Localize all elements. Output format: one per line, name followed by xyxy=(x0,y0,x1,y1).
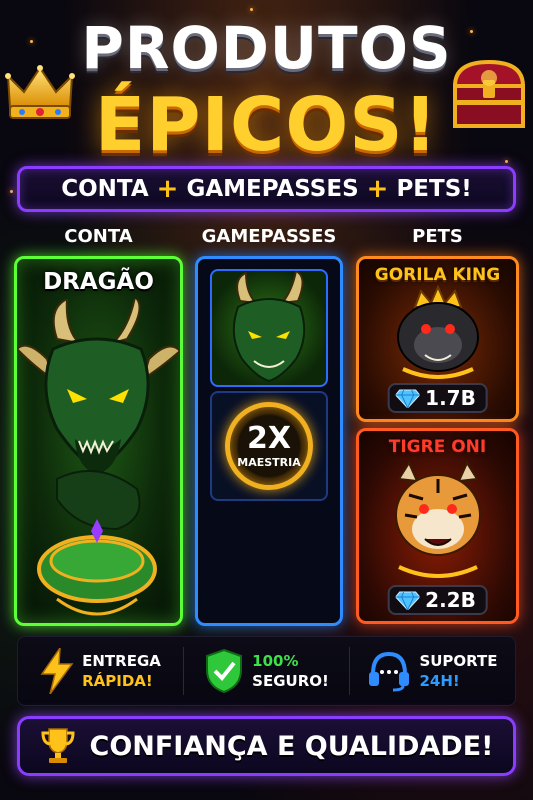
banner-item-conta: CONTA xyxy=(61,176,149,202)
feature-seguro: 100% SEGURO! xyxy=(184,637,349,705)
pet-name: TIGRE ONI xyxy=(388,437,487,457)
feature-line-1: ENTREGA xyxy=(82,652,161,670)
pet-price: 2.2B xyxy=(425,588,476,612)
pet-card-tigre-oni[interactable]: TIGRE ONI 2.2B xyxy=(356,428,519,624)
spark-decoration xyxy=(250,8,253,11)
footer-banner: CONFIANÇA E QUALIDADE! xyxy=(17,716,516,776)
plus-icon: + xyxy=(156,174,179,204)
conta-card[interactable]: DRAGÃO xyxy=(14,256,183,626)
gorilla-illustration xyxy=(397,285,479,379)
dragon-illustration xyxy=(17,299,180,616)
dragon-head-icon xyxy=(232,271,306,383)
feature-line-1: SUPORTE xyxy=(419,652,498,670)
pet-card-gorila-king[interactable]: GORILA KING 1.7B xyxy=(356,256,519,422)
title-line-1: PRODUTOS xyxy=(81,14,452,82)
maestria-gamepass-tile[interactable]: 2X MAESTRIA xyxy=(210,391,328,501)
title-line-2: ÉPICOS! xyxy=(94,82,439,168)
feature-line-1: 100% xyxy=(252,652,299,670)
feature-suporte: SUPORTE 24H! xyxy=(350,637,515,705)
features-bar: ENTREGA RÁPIDA! 100% SEGURO! SUPORTE 24H… xyxy=(17,636,516,706)
feature-entrega-rapida: ENTREGA RÁPIDA! xyxy=(18,637,183,705)
plus-icon: + xyxy=(366,174,389,204)
column-header-conta: CONTA xyxy=(64,226,133,247)
spark-decoration xyxy=(10,190,13,193)
headset-icon xyxy=(369,651,410,692)
shield-check-icon xyxy=(206,648,243,694)
pet-price-badge: 1.7B xyxy=(387,383,488,413)
feature-line-2: RÁPIDA! xyxy=(82,672,153,690)
column-header-gamepasses: GAMEPASSES xyxy=(201,226,337,247)
maestria-multiplier: 2X xyxy=(246,420,291,456)
diamond-icon xyxy=(395,389,420,408)
dragon-gamepass-thumbnail[interactable] xyxy=(210,269,328,387)
feature-line-2: SEGURO! xyxy=(252,672,329,690)
pet-name: GORILA KING xyxy=(374,265,501,285)
feature-line-2: 24H! xyxy=(419,672,460,690)
tiger-illustration xyxy=(395,460,481,578)
column-header-pets: PETS xyxy=(412,226,463,247)
gamepasses-card[interactable]: 2X MAESTRIA xyxy=(195,256,343,626)
maestria-badge: 2X MAESTRIA xyxy=(225,402,313,490)
footer-text: CONFIANÇA E QUALIDADE! xyxy=(89,730,494,762)
trophy-icon xyxy=(40,728,75,763)
dragao-label: DRAGÃO xyxy=(43,269,154,295)
pet-price-badge: 2.2B xyxy=(387,585,488,615)
pet-price: 1.7B xyxy=(425,386,476,410)
lightning-icon xyxy=(40,648,74,694)
banner-item-gamepasses: GAMEPASSES xyxy=(186,176,359,202)
products-banner: CONTA + GAMEPASSES + PETS! xyxy=(17,166,516,212)
diamond-icon xyxy=(395,591,420,610)
maestria-label: MAESTRIA xyxy=(237,455,301,469)
banner-item-pets: PETS! xyxy=(396,176,472,202)
